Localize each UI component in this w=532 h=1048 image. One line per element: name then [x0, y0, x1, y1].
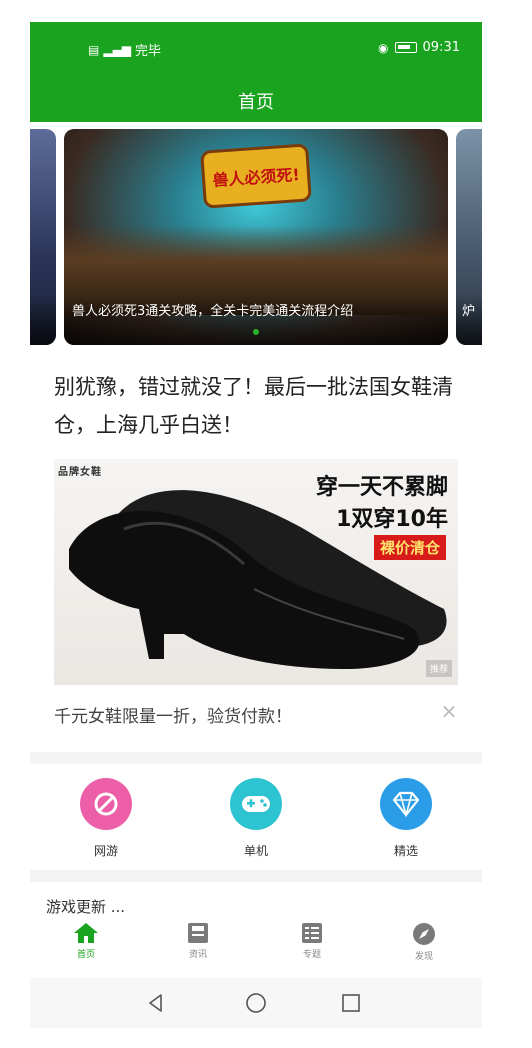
- carousel-slide-prev[interactable]: ...: [30, 129, 56, 345]
- tab-label: 首页: [76, 950, 95, 960]
- shortcut-online-games[interactable]: 网游: [61, 778, 151, 859]
- shortcut-circle: [380, 778, 432, 830]
- shortcut-label: 精选: [393, 844, 418, 858]
- compass-icon: [413, 923, 435, 945]
- sim-icon: ▤: [88, 42, 100, 57]
- phone-screen: ▤ ▂▄▆ 完毕 ◉ 09:31 首页 ... 兽人必须死! 兽人必须死3通关攻…: [30, 22, 482, 1028]
- page-title: 首页: [238, 92, 274, 113]
- carousel-slide-current[interactable]: 兽人必须死! 兽人必须死3通关攻略，全关卡完美通关流程介绍: [64, 129, 448, 345]
- eye-icon: ◉: [378, 40, 389, 55]
- tab-topics[interactable]: 专题: [272, 922, 352, 960]
- gamepad-icon: [242, 796, 270, 812]
- shortcut-single-player[interactable]: 单机: [211, 778, 301, 859]
- slide-caption-next: 炉: [462, 304, 476, 319]
- back-triangle-icon: [149, 994, 162, 1012]
- caption-overlay: [30, 295, 56, 345]
- section-title: 游戏更新 ...: [46, 898, 126, 916]
- topic-icon: [302, 923, 322, 943]
- ad-image[interactable]: 品牌女鞋 穿一天不累脚 1双穿10年 裸价清仓 推荐: [54, 459, 458, 685]
- status-time: 09:31: [422, 40, 460, 55]
- shortcut-circle: [230, 778, 282, 830]
- ad-slogan-line1: 穿一天不累脚: [315, 475, 448, 500]
- system-nav-bar: [30, 978, 482, 1028]
- close-icon: ×: [440, 699, 458, 723]
- status-left: ▤ ▂▄▆ 完毕: [88, 40, 162, 60]
- home-icon: [74, 923, 98, 943]
- tab-home[interactable]: 首页: [46, 922, 126, 960]
- tab-label: 发现: [414, 952, 433, 962]
- ad-watermark: 推荐: [425, 660, 452, 677]
- tab-discover[interactable]: 发现: [384, 922, 464, 962]
- status-bar: ▤ ▂▄▆ 完毕 ◉ 09:31: [30, 22, 482, 80]
- section-divider: [30, 752, 482, 764]
- ad-brand: 品牌女鞋: [58, 467, 102, 478]
- app-bar: 首页: [30, 80, 482, 122]
- shortcut-label: 网游: [93, 844, 118, 858]
- shortcut-label: 单机: [243, 844, 268, 858]
- diamond-icon: [392, 791, 420, 817]
- game-logo-text: 兽人必须死!: [211, 164, 301, 191]
- news-icon: [188, 923, 208, 943]
- slide-caption-current: 兽人必须死3通关攻略，全关卡完美通关流程介绍: [72, 304, 354, 319]
- tab-label: 专题: [302, 950, 321, 960]
- nav-home-button[interactable]: [243, 990, 269, 1016]
- nav-back-button[interactable]: [143, 990, 169, 1016]
- bottom-tab-bar: 首页 资讯 专题 发现: [30, 920, 482, 976]
- shortcut-circle: [80, 778, 132, 830]
- nav-recents-button[interactable]: [338, 990, 364, 1016]
- status-right: ◉ 09:31: [378, 40, 460, 55]
- tab-label: 资讯: [188, 950, 207, 960]
- game-logo: 兽人必须死!: [200, 143, 312, 209]
- ad-slogan-line2: 1双穿10年: [336, 507, 448, 532]
- battery-icon: [394, 42, 417, 53]
- tab-news[interactable]: 资讯: [158, 922, 238, 960]
- section-divider: [30, 870, 482, 882]
- home-circle-icon: [246, 993, 266, 1013]
- shortcut-featured[interactable]: 精选: [361, 778, 451, 859]
- shortcut-row: 网游 单机 精选: [30, 778, 482, 868]
- signal-icon: ▂▄▆: [103, 42, 132, 57]
- status-text: 完毕: [135, 44, 162, 59]
- carousel-dots: [64, 329, 448, 335]
- banner-carousel[interactable]: ... 兽人必须死! 兽人必须死3通关攻略，全关卡完美通关流程介绍 炉: [30, 129, 482, 345]
- carousel-slide-next[interactable]: 炉: [456, 129, 482, 345]
- ring-icon: [94, 792, 118, 816]
- ad-description[interactable]: 千元女鞋限量一折，验货付款！: [54, 702, 292, 727]
- ad-title[interactable]: 别犹豫，错过就没了！最后一批法国女鞋清仓，上海几乎白送！: [54, 368, 464, 444]
- recents-square-icon: [342, 994, 360, 1012]
- ad-price-tag: 裸价清仓: [373, 535, 446, 560]
- ad-close-button[interactable]: ×: [438, 699, 460, 723]
- carousel-dot-active: [253, 329, 259, 335]
